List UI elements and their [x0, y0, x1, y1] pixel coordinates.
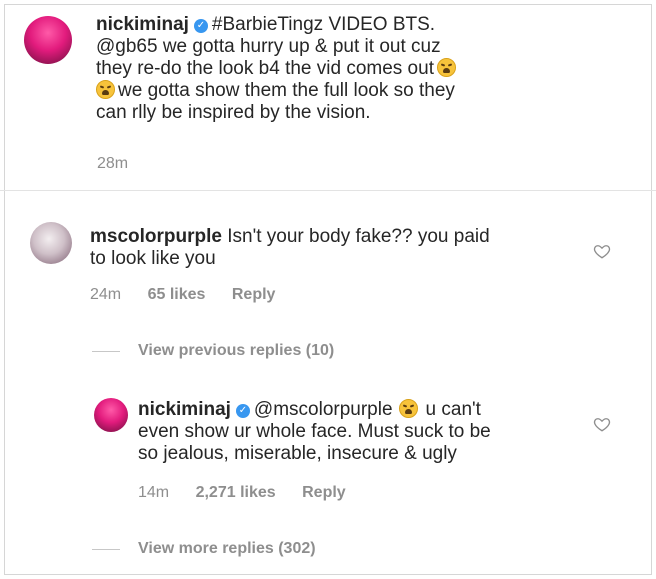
- heart-icon[interactable]: [593, 415, 611, 433]
- replies-line: [92, 350, 120, 352]
- view-previous-replies-label[interactable]: View previous replies (10): [138, 342, 334, 360]
- post-caption: nickiminaj ✓ #BarbieTingz VIDEO BTS. @gb65…: [96, 14, 616, 124]
- reply-body: nickiminaj ✓ @mscolorpurple u can't even sh…: [138, 399, 578, 465]
- verified-badge-icon: ✓: [193, 19, 208, 33]
- post-avatar[interactable]: [24, 16, 72, 64]
- post-timestamp: 28m: [97, 155, 129, 172]
- reply-avatar[interactable]: [94, 398, 128, 432]
- post-meta: 28m: [97, 155, 150, 173]
- weary-face-emoji: [96, 80, 115, 99]
- view-more-replies[interactable]: View more replies (302): [92, 540, 316, 558]
- verified-badge-icon: ✓: [235, 404, 250, 418]
- heart-icon[interactable]: [593, 242, 611, 260]
- reply-timestamp: 14m: [138, 484, 170, 501]
- post-caption-line1: #BarbieTingz VIDEO BTS.: [211, 14, 436, 35]
- post-caption-line4: we gotta show them the full look so they: [118, 80, 455, 101]
- reply-reply-button[interactable]: Reply: [302, 484, 346, 501]
- view-previous-replies[interactable]: View previous replies (10): [92, 342, 334, 360]
- view-more-replies-label[interactable]: View more replies (302): [138, 540, 316, 558]
- reply-text-line3: so jealous, miserable, insecure & ugly: [138, 443, 457, 464]
- weary-face-emoji: [398, 399, 418, 418]
- comment-text-line1: Isn't your body fake?? you paid: [227, 226, 490, 247]
- comment-text-line2: to look like you: [90, 248, 216, 269]
- reply-text-line2: even show ur whole face. Must suck to be: [138, 421, 491, 442]
- weary-face-emoji: [436, 58, 456, 77]
- comment-reply-button[interactable]: Reply: [232, 286, 276, 303]
- reply-likes[interactable]: 2,271 likes: [196, 484, 276, 501]
- post-username[interactable]: nickiminaj: [96, 14, 189, 35]
- comment-meta: 24m 65 likes Reply: [90, 286, 297, 304]
- comment-timestamp: 24m: [90, 286, 122, 303]
- post-caption-line5: can rlly be inspired by the vision.: [96, 102, 371, 123]
- reply-meta: 14m 2,271 likes Reply: [138, 484, 368, 502]
- comment-username[interactable]: mscolorpurple: [90, 226, 222, 247]
- reply-text-line1: u can't: [425, 399, 481, 420]
- post-caption-line3: they re-do the look b4 the vid comes out: [96, 58, 434, 79]
- comment-avatar[interactable]: [30, 222, 72, 264]
- reply-username[interactable]: nickiminaj: [138, 399, 231, 420]
- post-caption-line2: @gb65 we gotta hurry up & put it out cuz: [96, 36, 441, 57]
- caption-divider: [0, 190, 656, 191]
- reply-mention[interactable]: @mscolorpurple: [254, 399, 393, 420]
- comment-likes[interactable]: 65 likes: [148, 286, 206, 303]
- replies-line: [92, 548, 120, 550]
- comment-body: mscolorpurple Isn't your body fake?? you…: [90, 226, 570, 270]
